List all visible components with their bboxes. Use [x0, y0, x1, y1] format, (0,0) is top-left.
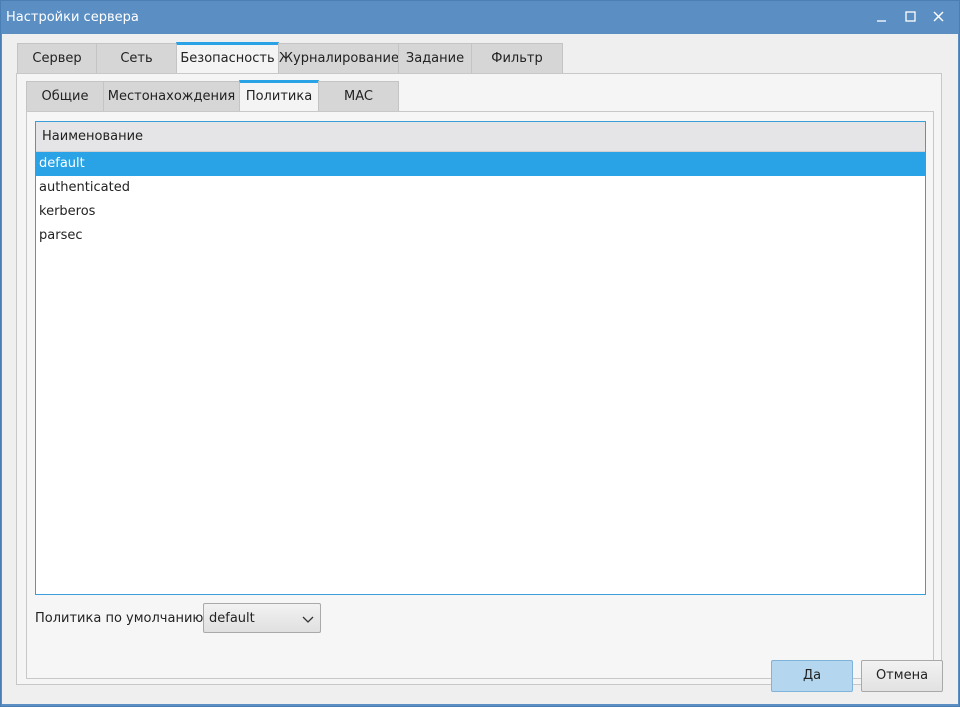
list-item[interactable]: kerberos	[36, 200, 925, 224]
cancel-button[interactable]: Отмена	[861, 660, 943, 692]
default-policy-select[interactable]: default	[203, 603, 321, 633]
policy-panel: Наименование default authenticated kerbe…	[26, 111, 934, 679]
tab-task[interactable]: Задание	[398, 43, 472, 73]
default-policy-label: Политика по умолчанию:	[35, 611, 208, 626]
tab-locations[interactable]: Местонахождения	[103, 81, 240, 111]
tab-filter[interactable]: Фильтр	[471, 43, 563, 73]
window-title: Настройки сервера	[6, 10, 139, 25]
default-policy-value: default	[209, 611, 255, 626]
tab-logging[interactable]: Журналирование	[278, 43, 399, 73]
list-header-name[interactable]: Наименование	[36, 122, 925, 152]
settings-window: Настройки сервера Сервер Сеть Безопаснос…	[0, 0, 960, 707]
list-item[interactable]: parsec	[36, 224, 925, 248]
policy-list[interactable]: Наименование default authenticated kerbe…	[35, 121, 926, 595]
dialog-body: Сервер Сеть Безопасность Журналирование …	[2, 34, 958, 704]
ok-button[interactable]: Да	[771, 660, 853, 692]
close-icon[interactable]	[931, 9, 947, 25]
tab-network[interactable]: Сеть	[96, 43, 177, 73]
tab-mac[interactable]: MAC	[318, 81, 399, 111]
security-panel: Общие Местонахождения Политика MAC Наиме…	[16, 73, 942, 685]
tab-policy[interactable]: Политика	[239, 80, 319, 112]
maximize-icon[interactable]	[903, 9, 919, 25]
minimize-icon[interactable]	[874, 9, 890, 25]
tab-general[interactable]: Общие	[26, 81, 104, 111]
default-policy-row: Политика по умолчанию: default	[35, 603, 435, 635]
title-bar[interactable]: Настройки сервера	[1, 1, 959, 34]
list-item[interactable]: default	[36, 152, 925, 176]
chevron-down-icon	[302, 613, 314, 625]
tab-server[interactable]: Сервер	[17, 43, 97, 73]
list-item[interactable]: authenticated	[36, 176, 925, 200]
tab-security[interactable]: Безопасность	[176, 42, 279, 74]
